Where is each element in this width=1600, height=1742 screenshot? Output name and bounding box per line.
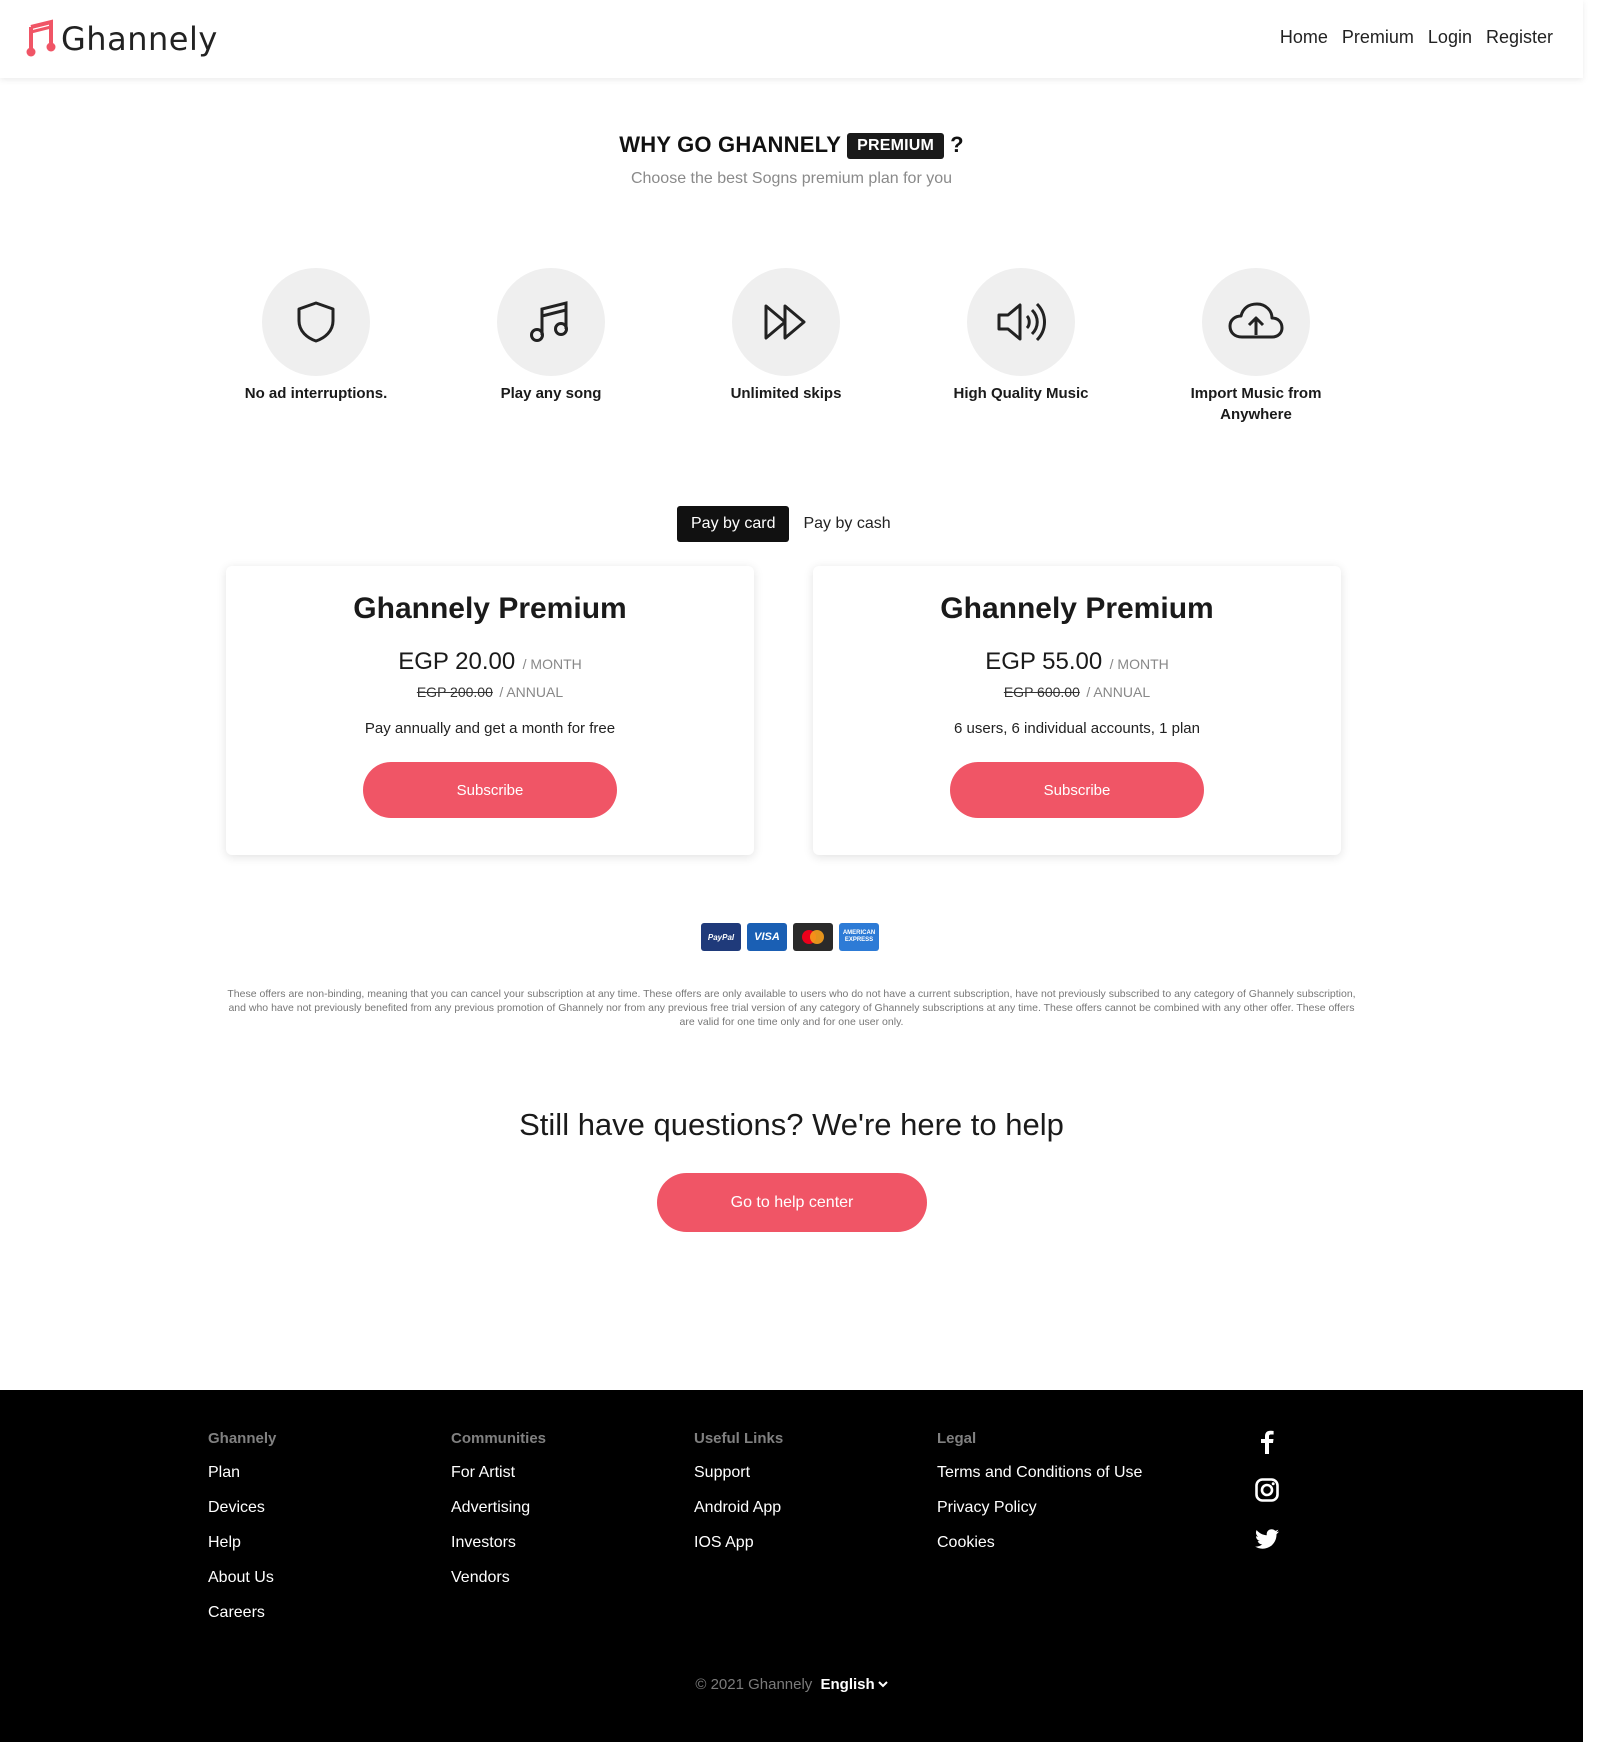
- plan-price-period: / MONTH: [1109, 656, 1169, 672]
- payment-methods: PayPal VISA AMERICAN EXPRESS: [701, 923, 879, 951]
- visa-icon: VISA: [747, 923, 787, 951]
- footer-col-useful-links: Useful Links Support Android App IOS App: [694, 1430, 783, 1569]
- feature-circle: [732, 268, 840, 376]
- paypal-icon: PayPal: [701, 923, 741, 951]
- nav-home[interactable]: Home: [1280, 27, 1328, 48]
- plan-description: Pay annually and get a month for free: [364, 720, 616, 737]
- plan-price: EGP 20.00: [398, 648, 516, 675]
- feature-circle: [262, 268, 370, 376]
- feature-import-music: Import Music from Anywhere: [1156, 268, 1356, 425]
- tab-pay-by-cash[interactable]: Pay by cash: [789, 506, 904, 542]
- plan-annual-period: / ANNUAL: [1086, 684, 1151, 700]
- footer-link-about-us[interactable]: About Us: [208, 1569, 276, 1587]
- annual-line: EGP 600.00 / ANNUAL: [813, 684, 1341, 702]
- copyright-text: © 2021 Ghannely: [695, 1676, 813, 1693]
- twitter-icon[interactable]: [1254, 1526, 1280, 1552]
- disclaimer-text: These offers are non-binding, meaning th…: [227, 988, 1356, 1028]
- feature-label: Import Music from Anywhere: [1190, 385, 1322, 423]
- subscribe-button[interactable]: Subscribe: [950, 762, 1204, 818]
- footer-link-ios-app[interactable]: IOS App: [694, 1534, 783, 1552]
- plan-name: Ghannely Premium: [940, 592, 1214, 625]
- why-title: WHY GO GHANNELY PREMIUM?: [0, 132, 1583, 159]
- footer-link-advertising[interactable]: Advertising: [451, 1499, 546, 1517]
- footer-col-legal: Legal Terms and Conditions of Use Privac…: [937, 1430, 1142, 1569]
- footer-link-investors[interactable]: Investors: [451, 1534, 546, 1552]
- why-subtitle: Choose the best Sogns premium plan for y…: [630, 170, 953, 187]
- nav-login[interactable]: Login: [1428, 27, 1472, 48]
- footer-col-communities: Communities For Artist Advertising Inves…: [451, 1430, 546, 1604]
- footer-link-vendors[interactable]: Vendors: [451, 1569, 546, 1587]
- social-links: [1254, 1428, 1280, 1575]
- footer-col-ghannely: Ghannely Plan Devices Help About Us Care…: [208, 1430, 276, 1639]
- feature-label: Play any song: [500, 385, 602, 402]
- plan-annual-price: EGP 600.00: [1003, 684, 1080, 700]
- feature-circle: [967, 268, 1075, 376]
- help-center-button[interactable]: Go to help center: [657, 1173, 927, 1232]
- music-logo-icon: [26, 19, 56, 57]
- footer-link-cookies[interactable]: Cookies: [937, 1534, 1142, 1552]
- footer-heading: Legal: [937, 1430, 977, 1447]
- footer-link-android-app[interactable]: Android App: [694, 1499, 783, 1517]
- plan-annual-period: / ANNUAL: [499, 684, 564, 700]
- footer-heading: Ghannely: [208, 1430, 277, 1447]
- language-label: English: [820, 1676, 875, 1693]
- why-title-question: ?: [950, 132, 964, 157]
- footer-link-for-artist[interactable]: For Artist: [451, 1464, 546, 1482]
- plan-description: 6 users, 6 individual accounts, 1 plan: [954, 720, 1200, 737]
- feature-unlimited-skips: Unlimited skips: [686, 268, 886, 404]
- plan-name: Ghannely Premium: [353, 592, 627, 625]
- footer-link-support[interactable]: Support: [694, 1464, 783, 1482]
- price-line: EGP 20.00 / MONTH: [226, 648, 754, 676]
- price-line: EGP 55.00 / MONTH: [813, 648, 1341, 676]
- copyright-line: © 2021 Ghannely English: [0, 1676, 1583, 1693]
- plan-price: EGP 55.00: [985, 648, 1103, 675]
- footer-link-privacy[interactable]: Privacy Policy: [937, 1499, 1142, 1517]
- premium-badge: PREMIUM: [847, 133, 945, 159]
- plan-annual-price: EGP 200.00: [416, 684, 493, 700]
- plan-card: Ghannely Premium EGP 55.00 / MONTH EGP 6…: [813, 566, 1341, 855]
- footer-heading: Useful Links: [694, 1430, 784, 1447]
- brand-name: Ghannely: [61, 20, 218, 58]
- feature-high-quality: High Quality Music: [921, 268, 1121, 404]
- footer: Ghannely Plan Devices Help About Us Care…: [0, 1390, 1583, 1742]
- amex-icon: AMERICAN EXPRESS: [839, 923, 879, 951]
- feature-label: Unlimited skips: [730, 385, 842, 402]
- facebook-icon[interactable]: [1254, 1428, 1280, 1454]
- fast-forward-icon: [764, 304, 806, 340]
- language-selector[interactable]: English: [820, 1676, 888, 1693]
- footer-link-terms[interactable]: Terms and Conditions of Use: [937, 1464, 1142, 1482]
- shield-icon: [297, 301, 335, 343]
- why-title-text: WHY GO GHANNELY: [619, 132, 842, 157]
- main-nav: Home Premium Login Register: [1280, 27, 1553, 48]
- nav-premium[interactable]: Premium: [1342, 27, 1414, 48]
- speaker-icon: [997, 302, 1046, 342]
- annual-line: EGP 200.00 / ANNUAL: [226, 684, 754, 702]
- tab-pay-by-card[interactable]: Pay by card: [677, 506, 790, 542]
- plan-price-period: / MONTH: [522, 656, 582, 672]
- feature-no-ads: No ad interruptions.: [216, 268, 416, 404]
- feature-label: No ad interruptions.: [244, 385, 388, 402]
- feature-circle: [1202, 268, 1310, 376]
- instagram-icon[interactable]: [1254, 1477, 1280, 1503]
- feature-label: High Quality Music: [953, 385, 1089, 402]
- chevron-down-icon: [877, 1681, 888, 1688]
- brand-logo[interactable]: Ghannely: [25, 19, 218, 59]
- footer-heading: Communities: [451, 1430, 547, 1447]
- footer-link-careers[interactable]: Careers: [208, 1604, 276, 1622]
- payment-tabs: Pay by card Pay by cash: [677, 506, 905, 542]
- music-note-icon: [530, 301, 568, 342]
- mastercard-circles: [802, 930, 824, 944]
- nav-register[interactable]: Register: [1486, 27, 1553, 48]
- mastercard-icon: [793, 923, 833, 951]
- cloud-upload-icon: [1228, 302, 1284, 339]
- footer-link-devices[interactable]: Devices: [208, 1499, 276, 1517]
- navbar: Ghannely Home Premium Login Register: [0, 0, 1583, 78]
- help-title: Still have questions? We're here to help: [519, 1107, 1064, 1142]
- footer-link-plan[interactable]: Plan: [208, 1464, 276, 1482]
- feature-play-any-song: Play any song: [451, 268, 651, 404]
- footer-link-help[interactable]: Help: [208, 1534, 276, 1552]
- subscribe-button[interactable]: Subscribe: [363, 762, 617, 818]
- plan-card: Ghannely Premium EGP 20.00 / MONTH EGP 2…: [226, 566, 754, 855]
- feature-circle: [497, 268, 605, 376]
